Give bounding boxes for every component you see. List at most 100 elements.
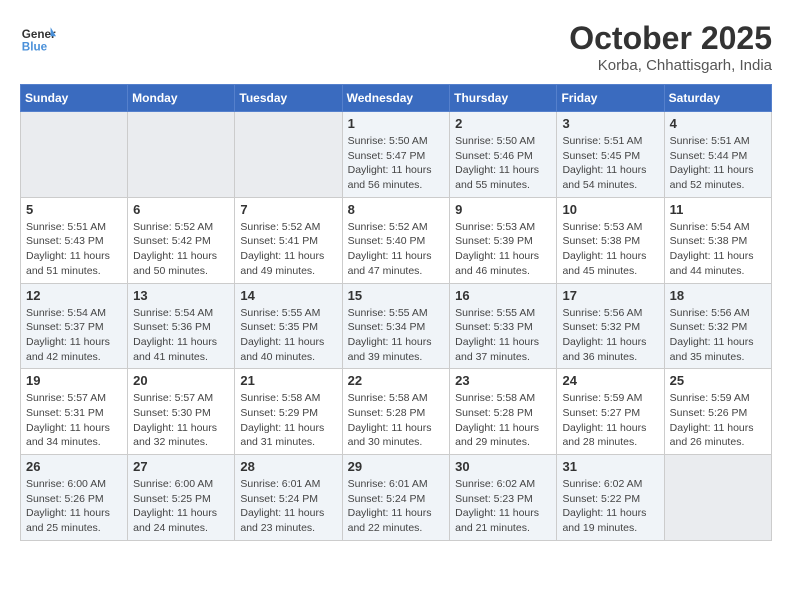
calendar-cell: 31 Sunrise: 6:02 AM Sunset: 5:22 PM Dayli… [557,455,664,541]
calendar-cell: 13 Sunrise: 5:54 AM Sunset: 5:36 PM Dayli… [128,283,235,369]
weekday-header-friday: Friday [557,85,664,112]
calendar-cell: 4 Sunrise: 5:51 AM Sunset: 5:44 PM Daylig… [664,112,771,198]
weekday-header-row: SundayMondayTuesdayWednesdayThursdayFrid… [21,85,772,112]
calendar-table: SundayMondayTuesdayWednesdayThursdayFrid… [20,84,772,541]
day-info: Sunrise: 5:51 AM Sunset: 5:43 PM Dayligh… [26,220,122,279]
calendar-cell: 5 Sunrise: 5:51 AM Sunset: 5:43 PM Daylig… [21,197,128,283]
calendar-cell: 21 Sunrise: 5:58 AM Sunset: 5:29 PM Dayli… [235,369,342,455]
day-number: 31 [562,459,658,474]
day-info: Sunrise: 5:58 AM Sunset: 5:28 PM Dayligh… [348,391,445,450]
day-number: 4 [670,116,766,131]
week-row-1: 1Sunrise: 5:50 AM Sunset: 5:47 PM Daylig… [21,112,772,198]
calendar-cell: 14 Sunrise: 5:55 AM Sunset: 5:35 PM Dayli… [235,283,342,369]
calendar-cell [21,112,128,198]
day-info: Sunrise: 5:51 AM Sunset: 5:44 PM Dayligh… [670,134,766,193]
day-number: 9 [455,202,551,217]
day-number: 12 [26,288,122,303]
location: Korba, Chhattisgarh, India [569,57,772,74]
day-info: Sunrise: 5:58 AM Sunset: 5:28 PM Dayligh… [455,391,551,450]
weekday-header-thursday: Thursday [450,85,557,112]
day-number: 2 [455,116,551,131]
weekday-header-tuesday: Tuesday [235,85,342,112]
day-info: Sunrise: 5:52 AM Sunset: 5:42 PM Dayligh… [133,220,229,279]
day-number: 7 [240,202,336,217]
day-info: Sunrise: 5:55 AM Sunset: 5:33 PM Dayligh… [455,306,551,365]
day-number: 18 [670,288,766,303]
day-number: 25 [670,373,766,388]
weekday-header-saturday: Saturday [664,85,771,112]
calendar-cell: 3 Sunrise: 5:51 AM Sunset: 5:45 PM Daylig… [557,112,664,198]
day-info: Sunrise: 5:58 AM Sunset: 5:29 PM Dayligh… [240,391,336,450]
day-info: Sunrise: 5:50 AM Sunset: 5:46 PM Dayligh… [455,134,551,193]
day-info: Sunrise: 5:52 AM Sunset: 5:41 PM Dayligh… [240,220,336,279]
svg-text:Blue: Blue [22,41,48,54]
weekday-header-monday: Monday [128,85,235,112]
day-info: Sunrise: 5:57 AM Sunset: 5:30 PM Dayligh… [133,391,229,450]
day-info: Sunrise: 5:55 AM Sunset: 5:35 PM Dayligh… [240,306,336,365]
day-info: Sunrise: 5:54 AM Sunset: 5:36 PM Dayligh… [133,306,229,365]
day-number: 27 [133,459,229,474]
day-info: Sunrise: 6:00 AM Sunset: 5:26 PM Dayligh… [26,477,122,536]
day-info: Sunrise: 5:53 AM Sunset: 5:39 PM Dayligh… [455,220,551,279]
calendar-cell: 28Sunrise: 6:01 AM Sunset: 5:24 PM Dayli… [235,455,342,541]
calendar-cell: 11Sunrise: 5:54 AM Sunset: 5:38 PM Dayli… [664,197,771,283]
day-info: Sunrise: 5:56 AM Sunset: 5:32 PM Dayligh… [670,306,766,365]
day-number: 5 [26,202,122,217]
logo: General Blue [20,20,56,56]
day-info: Sunrise: 5:53 AM Sunset: 5:38 PM Dayligh… [562,220,658,279]
day-number: 29 [348,459,445,474]
calendar-cell: 1Sunrise: 5:50 AM Sunset: 5:47 PM Daylig… [342,112,450,198]
calendar-cell [235,112,342,198]
calendar-cell: 27Sunrise: 6:00 AM Sunset: 5:25 PM Dayli… [128,455,235,541]
weekday-header-sunday: Sunday [21,85,128,112]
day-number: 22 [348,373,445,388]
page-header: General Blue October 2025 Korba, Chhatti… [20,20,772,74]
day-info: Sunrise: 5:54 AM Sunset: 5:37 PM Dayligh… [26,306,122,365]
day-number: 19 [26,373,122,388]
calendar-cell: 8Sunrise: 5:52 AM Sunset: 5:40 PM Daylig… [342,197,450,283]
calendar-cell: 25 Sunrise: 5:59 AM Sunset: 5:26 PM Dayli… [664,369,771,455]
day-info: Sunrise: 6:02 AM Sunset: 5:22 PM Dayligh… [562,477,658,536]
calendar-cell: 17Sunrise: 5:56 AM Sunset: 5:32 PM Dayli… [557,283,664,369]
weekday-header-wednesday: Wednesday [342,85,450,112]
day-number: 15 [348,288,445,303]
day-number: 24 [562,373,658,388]
day-info: Sunrise: 5:59 AM Sunset: 5:26 PM Dayligh… [670,391,766,450]
day-info: Sunrise: 5:57 AM Sunset: 5:31 PM Dayligh… [26,391,122,450]
calendar-cell [664,455,771,541]
calendar-cell: 22 Sunrise: 5:58 AM Sunset: 5:28 PM Dayli… [342,369,450,455]
day-number: 14 [240,288,336,303]
calendar-cell: 16 Sunrise: 5:55 AM Sunset: 5:33 PM Dayli… [450,283,557,369]
calendar-cell [128,112,235,198]
day-number: 16 [455,288,551,303]
day-info: Sunrise: 5:52 AM Sunset: 5:40 PM Dayligh… [348,220,445,279]
day-info: Sunrise: 5:51 AM Sunset: 5:45 PM Dayligh… [562,134,658,193]
calendar-cell: 18 Sunrise: 5:56 AM Sunset: 5:32 PM Dayli… [664,283,771,369]
calendar-cell: 20Sunrise: 5:57 AM Sunset: 5:30 PM Dayli… [128,369,235,455]
day-number: 13 [133,288,229,303]
week-row-3: 12 Sunrise: 5:54 AM Sunset: 5:37 PM Dayli… [21,283,772,369]
calendar-cell: 26 Sunrise: 6:00 AM Sunset: 5:26 PM Dayli… [21,455,128,541]
calendar-cell: 10 Sunrise: 5:53 AM Sunset: 5:38 PM Dayli… [557,197,664,283]
day-number: 28 [240,459,336,474]
calendar-cell: 2 Sunrise: 5:50 AM Sunset: 5:46 PM Daylig… [450,112,557,198]
calendar-cell: 29 Sunrise: 6:01 AM Sunset: 5:24 PM Dayli… [342,455,450,541]
day-number: 23 [455,373,551,388]
day-number: 10 [562,202,658,217]
day-number: 21 [240,373,336,388]
day-number: 11 [670,202,766,217]
calendar-cell: 7 Sunrise: 5:52 AM Sunset: 5:41 PM Daylig… [235,197,342,283]
day-number: 26 [26,459,122,474]
week-row-4: 19 Sunrise: 5:57 AM Sunset: 5:31 PM Dayli… [21,369,772,455]
calendar-cell: 30Sunrise: 6:02 AM Sunset: 5:23 PM Dayli… [450,455,557,541]
day-number: 6 [133,202,229,217]
week-row-5: 26 Sunrise: 6:00 AM Sunset: 5:26 PM Dayli… [21,455,772,541]
calendar-cell: 15 Sunrise: 5:55 AM Sunset: 5:34 PM Dayli… [342,283,450,369]
calendar-cell: 24Sunrise: 5:59 AM Sunset: 5:27 PM Dayli… [557,369,664,455]
day-number: 17 [562,288,658,303]
day-info: Sunrise: 5:55 AM Sunset: 5:34 PM Dayligh… [348,306,445,365]
calendar-cell: 12 Sunrise: 5:54 AM Sunset: 5:37 PM Dayli… [21,283,128,369]
day-number: 3 [562,116,658,131]
day-info: Sunrise: 6:01 AM Sunset: 5:24 PM Dayligh… [348,477,445,536]
calendar-cell: 6 Sunrise: 5:52 AM Sunset: 5:42 PM Daylig… [128,197,235,283]
